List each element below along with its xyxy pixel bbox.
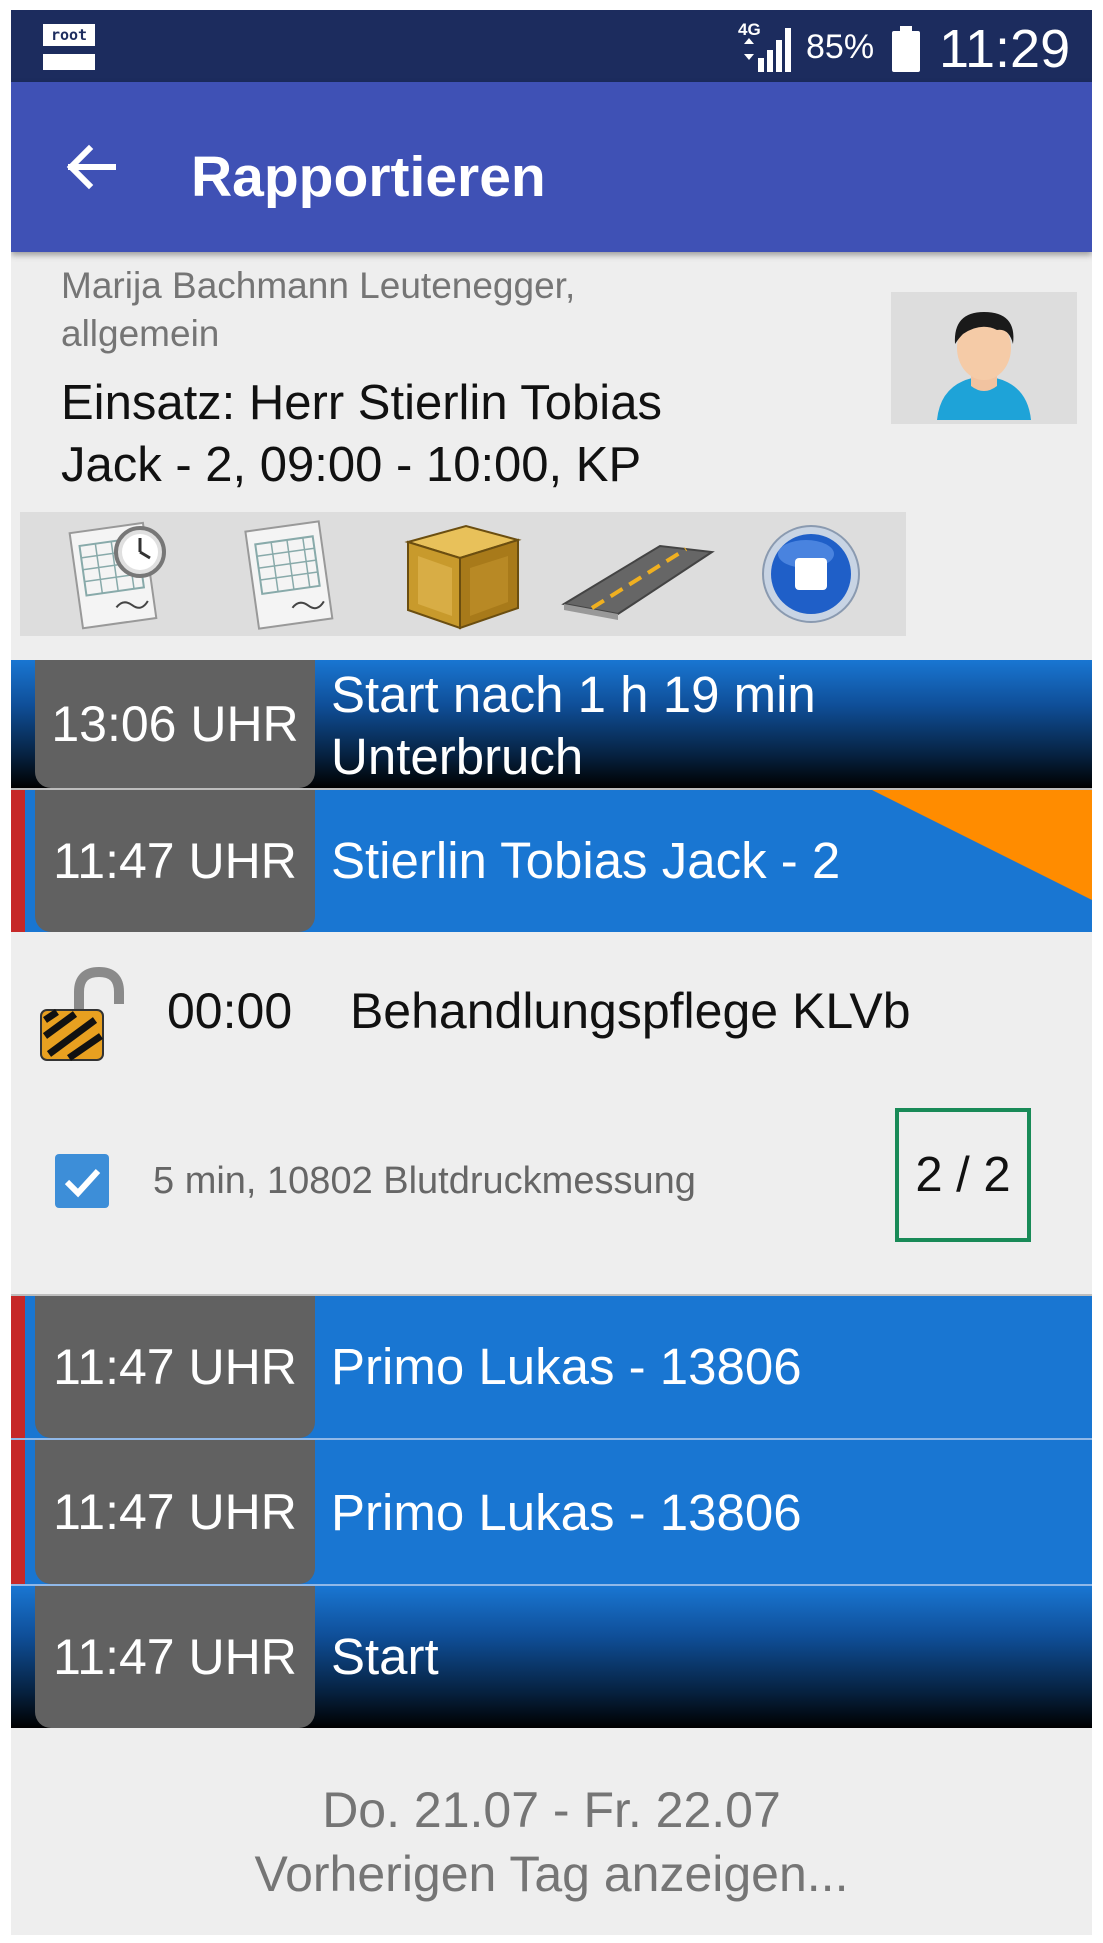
entry-time: 11:47 UHR	[35, 1586, 315, 1728]
unlocked-padlock-icon[interactable]	[35, 964, 135, 1064]
assignment-info: Einsatz: Herr Stierlin Tobias Jack - 2, …	[61, 376, 662, 492]
entry-text: Primo Lukas - 13806	[331, 1484, 802, 1541]
timesheet-clock-icon	[68, 521, 166, 630]
date-range: Do. 21.07 - Fr. 22.07	[322, 1782, 781, 1838]
material-button[interactable]	[368, 512, 558, 636]
entry-marker	[11, 790, 25, 932]
timesheet-button[interactable]	[194, 512, 384, 636]
entry-time: 11:47 UHR	[35, 790, 315, 932]
service-title: Behandlungspflege KLVb	[349, 983, 911, 1039]
stop-circle-icon	[762, 525, 860, 623]
entry-row[interactable]: 13:06 UHR Start nach 1 h 19 min Unterbru…	[11, 660, 1092, 788]
page-title: Rapportieren	[191, 145, 546, 209]
root-badge-icon: root	[43, 24, 95, 72]
user-avatar-icon	[937, 312, 1031, 420]
previous-day-link[interactable]: Do. 21.07 - Fr. 22.07 Vorherigen Tag anz…	[11, 1778, 1092, 1906]
entry-text: Start	[331, 1628, 439, 1685]
network-type: 4G	[738, 20, 761, 39]
status-bar: root 4G 85% 11:29	[11, 10, 1092, 82]
battery-percent: 85%	[806, 28, 875, 66]
road-travel-icon	[561, 544, 715, 620]
entry-text: Start nach 1 h 19 min Unterbruch	[331, 666, 816, 785]
checkmark-icon	[64, 1168, 101, 1198]
timesheet-clock-button[interactable]	[20, 512, 210, 636]
service-duration: 00:00	[167, 983, 293, 1039]
entry-marker	[11, 1440, 25, 1584]
previous-day-label: Vorherigen Tag anzeigen...	[254, 1846, 849, 1902]
employee-name: Marija Bachmann Leutenegger, allgemein	[61, 265, 576, 354]
service-checkbox[interactable]	[55, 1154, 109, 1208]
root-label: root	[43, 24, 95, 46]
entry-text: Stierlin Tobias Jack - 2	[331, 832, 841, 889]
signal-icon: 4G	[738, 20, 798, 74]
battery-icon	[891, 26, 921, 72]
entry-row[interactable]: 11:47 UHR Stierlin Tobias Jack - 2	[11, 790, 1092, 932]
back-button[interactable]	[61, 142, 121, 192]
arrow-left-icon	[66, 144, 116, 190]
entry-text: Primo Lukas - 13806	[331, 1338, 802, 1395]
entry-row[interactable]: 11:47 UHR Primo Lukas - 13806	[11, 1296, 1092, 1438]
app-bar: Rapportieren	[11, 82, 1092, 252]
entry-row[interactable]: 11:47 UHR Primo Lukas - 13806	[11, 1440, 1092, 1584]
entry-time: 11:47 UHR	[35, 1296, 315, 1438]
service-count-button[interactable]: 2 / 2	[895, 1108, 1031, 1242]
stop-button[interactable]	[716, 512, 906, 636]
entry-time: 11:47 UHR	[35, 1440, 315, 1584]
status-clock: 11:29	[939, 19, 1071, 79]
service-detail: 00:00 Behandlungspflege KLVb	[167, 982, 911, 1040]
timesheet-icon	[244, 520, 334, 630]
entry-flag-corner	[872, 790, 1092, 900]
client-profile-button[interactable]	[891, 292, 1077, 424]
entry-time: 13:06 UHR	[35, 660, 315, 788]
material-crate-icon	[404, 524, 522, 630]
entry-marker	[11, 1296, 25, 1438]
service-subitem: 5 min, 10802 Blutdruckmessung	[153, 1160, 696, 1202]
entry-row[interactable]: 11:47 UHR Start	[11, 1586, 1092, 1728]
travel-button[interactable]	[542, 512, 732, 636]
app-screen: root 4G 85% 11:29 Rapportieren Marija Ba…	[11, 10, 1092, 1935]
